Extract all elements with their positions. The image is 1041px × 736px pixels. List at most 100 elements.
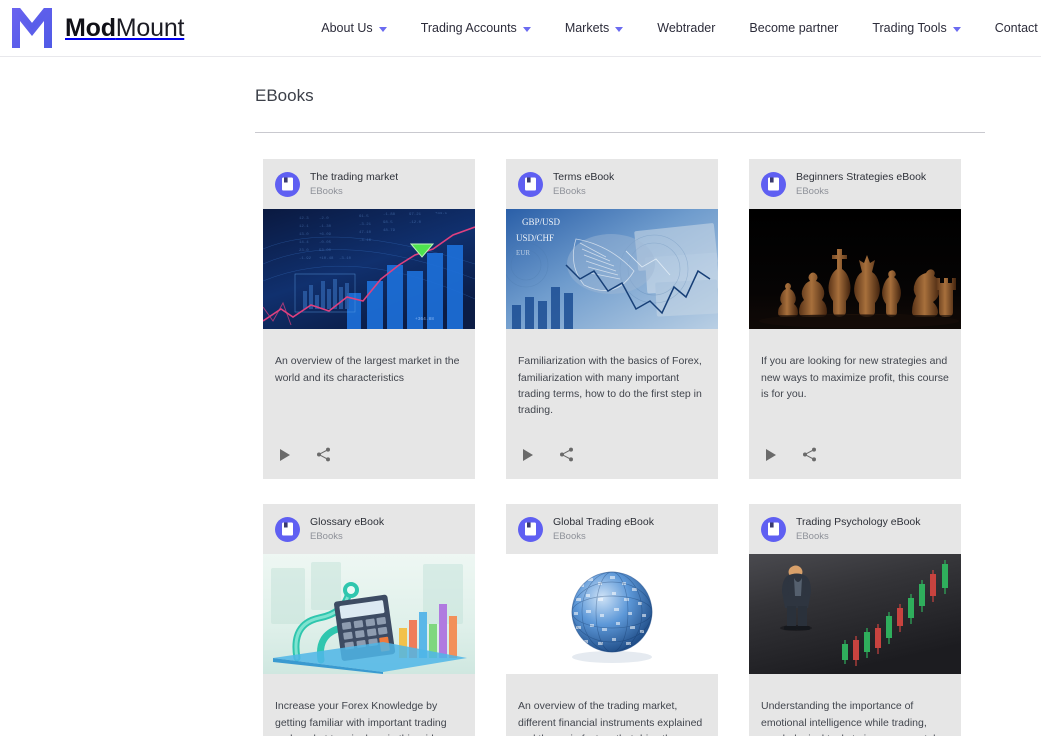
ebook-card[interactable]: Glossary eBook EBooks Increase your Fore… bbox=[263, 503, 475, 736]
page-title: EBooks bbox=[255, 86, 314, 106]
nav-label: Become partner bbox=[749, 20, 839, 35]
chevron-down-icon bbox=[378, 26, 387, 32]
share-icon[interactable] bbox=[315, 447, 331, 463]
ebook-icon bbox=[518, 516, 543, 542]
ebook-card[interactable]: Terms eBook EBooks GBP/USD USD/CHF EUR F… bbox=[506, 158, 718, 479]
card-thumbnail-blue-bar-chart-uptrend[interactable]: 12.3 -2.0 61.5 -1.88 97.21 +34.1 12.1 -1.30 -3.… bbox=[263, 208, 475, 329]
ebook-icon bbox=[761, 516, 786, 542]
brand-logo-link[interactable]: ModMount bbox=[10, 6, 184, 50]
svg-text:47.10: 47.10 bbox=[359, 231, 372, 235]
card-header: Terms eBook EBooks bbox=[506, 159, 718, 209]
share-icon[interactable] bbox=[558, 447, 574, 463]
svg-text:14.4: 14.4 bbox=[299, 241, 309, 245]
svg-text:13.0: 13.0 bbox=[299, 233, 309, 237]
card-header: Trading Psychology eBook EBooks bbox=[749, 504, 961, 554]
play-icon[interactable] bbox=[520, 447, 536, 463]
ebook-icon bbox=[275, 516, 300, 542]
card-title: Glossary eBook bbox=[310, 516, 385, 529]
card-description: Familiarization with the basics of Forex… bbox=[518, 355, 702, 417]
svg-text:GBP/USD: GBP/USD bbox=[522, 217, 561, 227]
nav-label: Trading Accounts bbox=[420, 20, 517, 35]
nav-label: Webtrader bbox=[657, 20, 716, 35]
ebook-card[interactable]: Trading Psychology eBook EBooks Understa… bbox=[749, 503, 961, 736]
card-thumbnail-calculator-charts-illustration[interactable] bbox=[263, 553, 475, 674]
svg-text:EUR: EUR bbox=[516, 249, 530, 257]
ebook-icon bbox=[761, 171, 786, 197]
svg-text:61.5: 61.5 bbox=[359, 215, 369, 219]
modmount-m-logo-icon bbox=[10, 6, 54, 50]
nav-item-webtrader[interactable]: Webtrader bbox=[640, 0, 732, 57]
nav-item-become-partner[interactable]: Become partner bbox=[732, 0, 855, 57]
ebook-icon bbox=[275, 171, 300, 197]
nav-item-trading-tools[interactable]: Trading Tools bbox=[855, 0, 977, 57]
svg-text:98.5: 98.5 bbox=[383, 221, 393, 225]
nav-label: Trading Tools bbox=[872, 20, 947, 35]
card-thumbnail-figurine-candlestick-chart[interactable] bbox=[749, 553, 961, 674]
svg-text:-12.0: -12.0 bbox=[409, 221, 422, 225]
card-footer bbox=[506, 439, 718, 479]
svg-text:-0.05: -0.05 bbox=[319, 241, 332, 245]
chevron-down-icon bbox=[615, 26, 624, 32]
card-category: EBooks bbox=[796, 186, 829, 198]
card-title: Global Trading eBook bbox=[553, 516, 654, 529]
main-navigation: About Us Trading Accounts Markets Webtra… bbox=[304, 0, 1041, 57]
svg-text:-1.30: -1.30 bbox=[319, 225, 332, 229]
site-header: ModMount About Us Trading Accounts Marke… bbox=[0, 0, 1041, 57]
ebook-icon bbox=[518, 171, 543, 197]
card-header: Glossary eBook EBooks bbox=[263, 504, 475, 554]
card-header: Beginners Strategies eBook EBooks bbox=[749, 159, 961, 209]
card-header: Global Trading eBook EBooks bbox=[506, 504, 718, 554]
svg-text:-1.92: -1.92 bbox=[299, 257, 312, 261]
svg-text:97.21: 97.21 bbox=[409, 213, 422, 217]
svg-text:+34.1: +34.1 bbox=[435, 212, 448, 216]
svg-text:-1.88: -1.88 bbox=[383, 213, 396, 217]
card-description: If you are looking for new strategies an… bbox=[761, 355, 949, 400]
ebook-card[interactable]: Beginners Strategies eBook EBooks If you… bbox=[749, 158, 961, 479]
card-category: EBooks bbox=[310, 186, 343, 198]
nav-item-trading-accounts[interactable]: Trading Accounts bbox=[404, 0, 548, 57]
svg-text:23.0: 23.0 bbox=[299, 249, 309, 253]
nav-item-about-us[interactable]: About Us bbox=[304, 0, 403, 57]
card-category: EBooks bbox=[553, 186, 586, 198]
svg-text:+364.88: +364.88 bbox=[415, 316, 434, 322]
nav-item-contact-us[interactable]: Contact us bbox=[978, 0, 1041, 57]
card-title: The trading market bbox=[310, 171, 399, 184]
play-icon[interactable] bbox=[763, 447, 779, 463]
brand-wordmark: ModMount bbox=[65, 14, 184, 43]
card-thumbnail-blue-globe-sphere[interactable] bbox=[506, 553, 718, 674]
card-description: An overview of the trading market, diffe… bbox=[518, 700, 703, 736]
nav-item-markets[interactable]: Markets bbox=[548, 0, 640, 57]
ebook-card[interactable]: The trading market EBooks 12.3 -2.0 61.5 -1… bbox=[263, 158, 475, 479]
play-icon[interactable] bbox=[277, 447, 293, 463]
svg-text:12.3: 12.3 bbox=[299, 217, 309, 221]
card-title: Trading Psychology eBook bbox=[796, 516, 921, 529]
card-category: EBooks bbox=[310, 531, 343, 543]
svg-text:12.1: 12.1 bbox=[299, 225, 309, 229]
card-header: The trading market EBooks bbox=[263, 159, 475, 209]
brand-bold: Mod bbox=[65, 13, 116, 42]
svg-text:-2.0: -2.0 bbox=[319, 217, 329, 221]
card-category: EBooks bbox=[553, 531, 586, 543]
card-title: Terms eBook bbox=[553, 171, 615, 184]
svg-text:48.79: 48.79 bbox=[383, 229, 396, 233]
ebook-card[interactable]: Global Trading eBook EBooks An overview … bbox=[506, 503, 718, 736]
card-thumbnail-forex-currency-collage[interactable]: GBP/USD USD/CHF EUR bbox=[506, 208, 718, 329]
chevron-down-icon bbox=[952, 26, 961, 32]
brand-light: Mount bbox=[115, 13, 185, 42]
card-description: An overview of the largest market in the… bbox=[275, 355, 460, 384]
card-thumbnail-chess-pieces-dark[interactable] bbox=[749, 208, 961, 329]
card-title: Beginners Strategies eBook bbox=[796, 171, 927, 184]
chevron-down-icon bbox=[522, 26, 531, 32]
nav-label: Contact us bbox=[994, 20, 1041, 35]
nav-label: Markets bbox=[564, 20, 610, 35]
nav-label: About Us bbox=[321, 20, 373, 35]
ebooks-grid: The trading market EBooks 12.3 -2.0 61.5 -1… bbox=[263, 158, 1041, 736]
page-content: EBooks The trading market EBooks 12.3 -2… bbox=[0, 57, 1041, 736]
share-icon[interactable] bbox=[801, 447, 817, 463]
page-title-section: EBooks bbox=[255, 86, 985, 133]
card-footer bbox=[263, 439, 475, 479]
svg-text:USD/CHF: USD/CHF bbox=[516, 233, 554, 243]
card-description: Increase your Forex Knowledge by getting… bbox=[275, 700, 447, 736]
svg-text:+6.09: +6.09 bbox=[319, 233, 332, 237]
svg-text:-3.10: -3.10 bbox=[339, 257, 352, 261]
